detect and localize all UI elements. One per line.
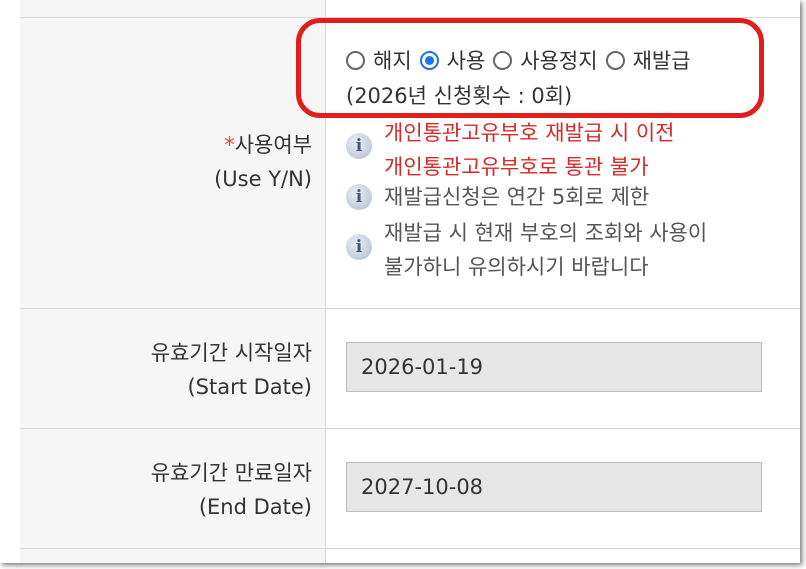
notice-line: 개인통관고유부호로 통관 불가 — [384, 155, 649, 179]
notice-annual-limit: i 재발급신청은 연간 5회로 제한 — [346, 180, 649, 214]
row-divider — [20, 428, 800, 429]
notice-text: 재발급 시 현재 부호의 조회와 사용이 불가하니 유의하시기 바랍니다 — [384, 216, 707, 284]
notice-text: 재발급신청은 연간 5회로 제한 — [384, 180, 649, 214]
end-date-field[interactable]: 2027-10-08 — [346, 462, 762, 512]
info-icon: i — [346, 133, 372, 159]
notice-line: 개인통관고유부호 재발급 시 이전 — [384, 121, 675, 145]
use-status-label-ko: 사용여부 — [234, 133, 312, 157]
required-mark: * — [224, 133, 235, 157]
notice-reissue-warning: i 개인통관고유부호 재발급 시 이전 개인통관고유부호로 통관 불가 — [346, 116, 675, 184]
form-panel: *사용여부 (Use Y/N) 해지 사용 사용정지 재발급 (2026년 신청… — [0, 0, 800, 563]
notice-lookup-restriction: i 재발급 시 현재 부호의 조회와 사용이 불가하니 유의하시기 바랍니다 — [346, 216, 707, 284]
end-date-label-en: (End Date) — [198, 495, 312, 519]
row-divider — [20, 548, 800, 549]
info-icon: i — [346, 234, 372, 260]
start-date-label-ko: 유효기간 시작일자 — [150, 341, 312, 365]
start-date-label-en: (Start Date) — [187, 375, 312, 399]
notice-text: 개인통관고유부호 재발급 시 이전 개인통관고유부호로 통관 불가 — [384, 116, 675, 184]
left-margin — [0, 0, 20, 563]
notice-line: 재발급 시 현재 부호의 조회와 사용이 — [384, 221, 708, 245]
start-date-field[interactable]: 2026-01-19 — [346, 342, 762, 392]
row-divider — [20, 308, 800, 309]
info-icon: i — [346, 184, 372, 210]
notice-line: 재발급신청은 연간 5회로 제한 — [384, 185, 650, 209]
red-highlight-annotation — [296, 18, 764, 118]
end-date-label-ko: 유효기간 만료일자 — [150, 461, 312, 485]
use-status-label-en: (Use Y/N) — [214, 167, 312, 191]
end-date-label: 유효기간 만료일자 (End Date) — [20, 456, 312, 524]
start-date-label: 유효기간 시작일자 (Start Date) — [20, 336, 312, 404]
notice-line: 불가하니 유의하시기 바랍니다 — [384, 255, 649, 279]
use-status-label: *사용여부 (Use Y/N) — [20, 128, 312, 196]
